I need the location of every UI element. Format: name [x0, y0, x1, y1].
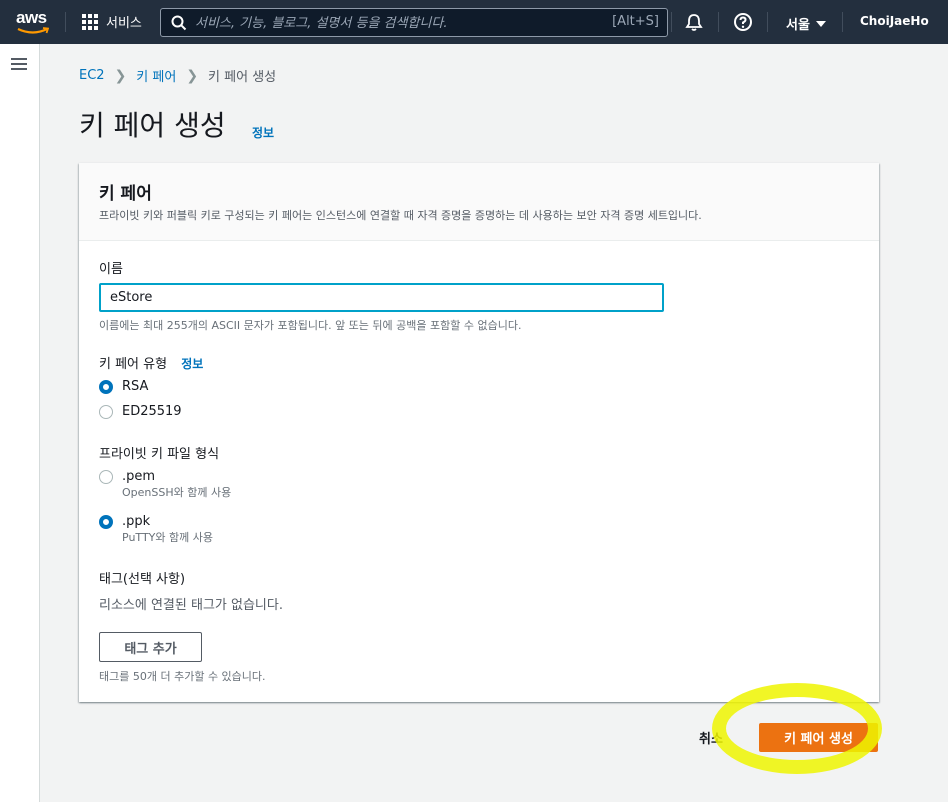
aws-logo-text: aws: [16, 8, 47, 27]
panel-header: 키 페어 프라이빗 키와 퍼블릭 키로 구성되는 키 페어는 인스턴스에 연결할…: [79, 163, 879, 241]
radio-label: .ppk: [122, 514, 151, 529]
nav-divider: [671, 12, 672, 32]
nav-divider: [718, 12, 719, 32]
chevron-right-icon: ❯: [114, 67, 127, 84]
radio-button[interactable]: [99, 405, 113, 419]
panel-title: 키 페어: [99, 184, 152, 204]
key-format-label: 프라이빗 키 파일 형식: [99, 447, 220, 462]
radio-description: PuTTY와 함께 사용: [122, 531, 213, 544]
region-selector[interactable]: 서울: [786, 14, 826, 33]
name-hint: 이름에는 최대 255개의 ASCII 문자가 포함됩니다. 앞 또는 뒤에 공…: [99, 319, 522, 332]
bell-icon[interactable]: [684, 12, 704, 32]
radio-button-checked[interactable]: [99, 380, 113, 394]
search-shortcut: [Alt+S]: [612, 14, 659, 29]
cancel-button[interactable]: 취소: [699, 728, 723, 747]
radio-label: ED25519: [122, 404, 182, 419]
radio-description: OpenSSH와 함께 사용: [122, 486, 232, 499]
page-title: 키 페어 생성: [79, 109, 226, 142]
aws-logo-icon[interactable]: aws: [16, 8, 50, 36]
key-type-info-link[interactable]: 정보: [181, 357, 203, 371]
top-navigation: aws 서비스 [Alt+S] 서울 ChoiJaeHo: [0, 0, 948, 44]
nav-divider: [767, 12, 768, 32]
breadcrumb-current: 키 페어 생성: [208, 70, 277, 85]
services-menu-button[interactable]: 서비스: [82, 12, 142, 31]
key-type-label-text: 키 페어 유형: [99, 357, 168, 372]
collapsed-sidebar: [0, 44, 40, 802]
search-box[interactable]: [Alt+S]: [160, 8, 668, 37]
radio-label: .pem: [122, 469, 156, 484]
menu-icon[interactable]: [11, 58, 27, 70]
key-name-input[interactable]: [99, 283, 664, 312]
radio-rsa[interactable]: RSA: [99, 379, 148, 395]
breadcrumb: EC2 ❯ 키 페어 ❯ 키 페어 생성: [79, 66, 277, 86]
create-key-pair-button[interactable]: 키 페어 생성: [759, 723, 878, 752]
services-label: 서비스: [106, 16, 142, 31]
nav-divider: [65, 12, 66, 32]
breadcrumb-key-pairs[interactable]: 키 페어: [136, 66, 176, 85]
search-input[interactable]: [195, 13, 575, 33]
radio-pem[interactable]: .pem OpenSSH와 함께 사용: [99, 469, 231, 501]
key-pair-panel: 키 페어 프라이빗 키와 퍼블릭 키로 구성되는 키 페어는 인스턴스에 연결할…: [79, 163, 879, 702]
user-menu[interactable]: ChoiJaeHo: [860, 14, 929, 28]
radio-ed25519[interactable]: ED25519: [99, 404, 182, 420]
radio-button[interactable]: [99, 470, 113, 484]
caret-down-icon: [815, 20, 826, 27]
name-label: 이름: [99, 262, 123, 277]
radio-ppk[interactable]: .ppk PuTTY와 함께 사용: [99, 514, 213, 546]
info-link[interactable]: 정보: [252, 124, 274, 141]
breadcrumb-ec2[interactable]: EC2: [79, 68, 105, 83]
region-label: 서울: [786, 18, 810, 33]
help-icon[interactable]: [733, 12, 753, 32]
key-type-label: 키 페어 유형 정보: [99, 353, 203, 372]
chevron-right-icon: ❯: [186, 67, 199, 84]
radio-label: RSA: [122, 379, 149, 394]
add-tag-button[interactable]: 태그 추가: [99, 632, 202, 662]
grid-icon: [82, 13, 98, 30]
tags-hint: 태그를 50개 더 추가할 수 있습니다.: [99, 670, 266, 683]
user-name: ChoiJaeHo: [860, 14, 929, 28]
radio-button-checked[interactable]: [99, 515, 113, 529]
panel-description: 프라이빗 키와 퍼블릭 키로 구성되는 키 페어는 인스턴스에 연결할 때 자격…: [99, 209, 702, 222]
nav-divider: [842, 12, 843, 32]
tags-empty-message: 리소스에 연결된 태그가 없습니다.: [99, 598, 283, 613]
tags-label: 태그(선택 사항): [99, 572, 186, 587]
search-icon: [171, 15, 187, 31]
